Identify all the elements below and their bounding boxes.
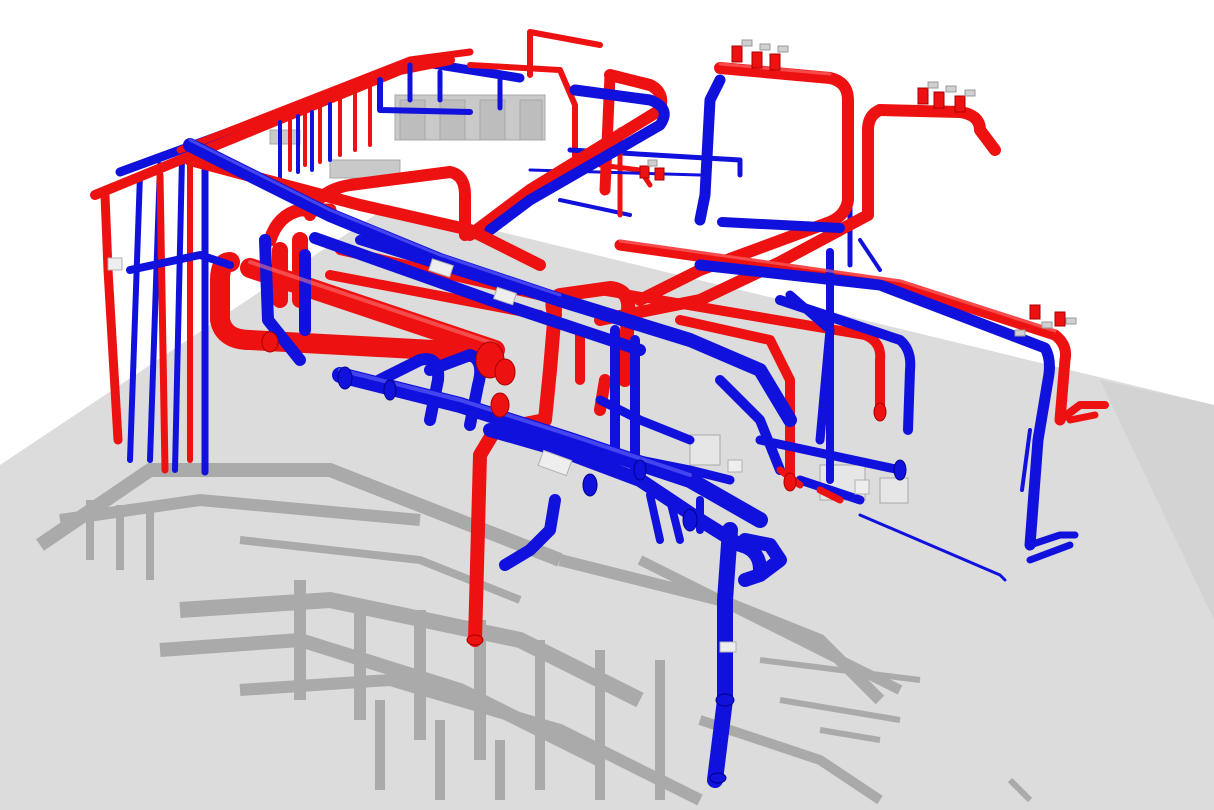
piping-3d-scene bbox=[0, 29, 1214, 810]
